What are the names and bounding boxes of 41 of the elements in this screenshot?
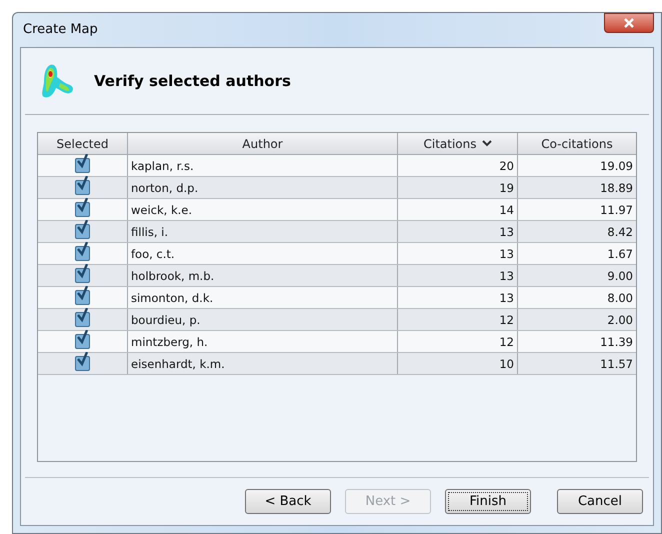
table-cell: weick, k.e. <box>128 199 398 220</box>
table-cell: norton, d.p. <box>128 177 398 198</box>
page-heading: Verify selected authors <box>94 70 291 92</box>
table-cell-text: 11.97 <box>599 202 634 219</box>
table-cell-text: 1.67 <box>606 246 634 263</box>
table-cell: 14 <box>398 199 518 220</box>
dialog-button[interactable]: Cancel <box>557 489 643 514</box>
table-cell: mintzberg, h. <box>128 331 398 352</box>
table-cell: eisenhardt, k.m. <box>128 353 398 374</box>
column-header[interactable]: Author <box>128 133 398 154</box>
table-cell: simonton, d.k. <box>128 287 398 308</box>
table-cell: foo, c.t. <box>128 243 398 264</box>
table-cell: 13 <box>398 265 518 286</box>
close-button[interactable] <box>604 13 654 33</box>
dialog-button[interactable]: Finish <box>445 489 531 514</box>
table-cell: 13 <box>398 221 518 242</box>
table-cell-text: 19.09 <box>599 158 634 175</box>
table-cell: bourdieu, p. <box>128 309 398 330</box>
window-title: Create Map <box>22 21 98 40</box>
table-cell: 13 <box>398 287 518 308</box>
table-cell-text: 18.89 <box>599 180 634 197</box>
column-header[interactable]: Co-citations <box>518 133 636 154</box>
table-cell-text: 11.39 <box>599 334 634 351</box>
column-header[interactable]: Citations <box>398 133 518 154</box>
close-icon <box>623 18 635 28</box>
table-cell-text: 8.00 <box>606 290 634 307</box>
dialog-button[interactable]: < Back <box>245 489 331 514</box>
table-cell: 10 <box>398 353 518 374</box>
table-cell: 12 <box>398 331 518 352</box>
table-cell: 12 <box>398 309 518 330</box>
table-cell-text: 11.57 <box>599 356 634 373</box>
table-cell: fillis, i. <box>128 221 398 242</box>
table-cell: 13 <box>398 243 518 264</box>
column-header[interactable]: Selected <box>38 133 128 154</box>
table-cell-text: 8.42 <box>606 224 634 241</box>
table-cell-text: 2.00 <box>606 312 634 329</box>
table-cell: holbrook, m.b. <box>128 265 398 286</box>
table-cell: 19 <box>398 177 518 198</box>
table-cell-text: 9.00 <box>606 268 634 285</box>
table-cell: kaplan, r.s. <box>128 155 398 176</box>
table-cell: 20 <box>398 155 518 176</box>
